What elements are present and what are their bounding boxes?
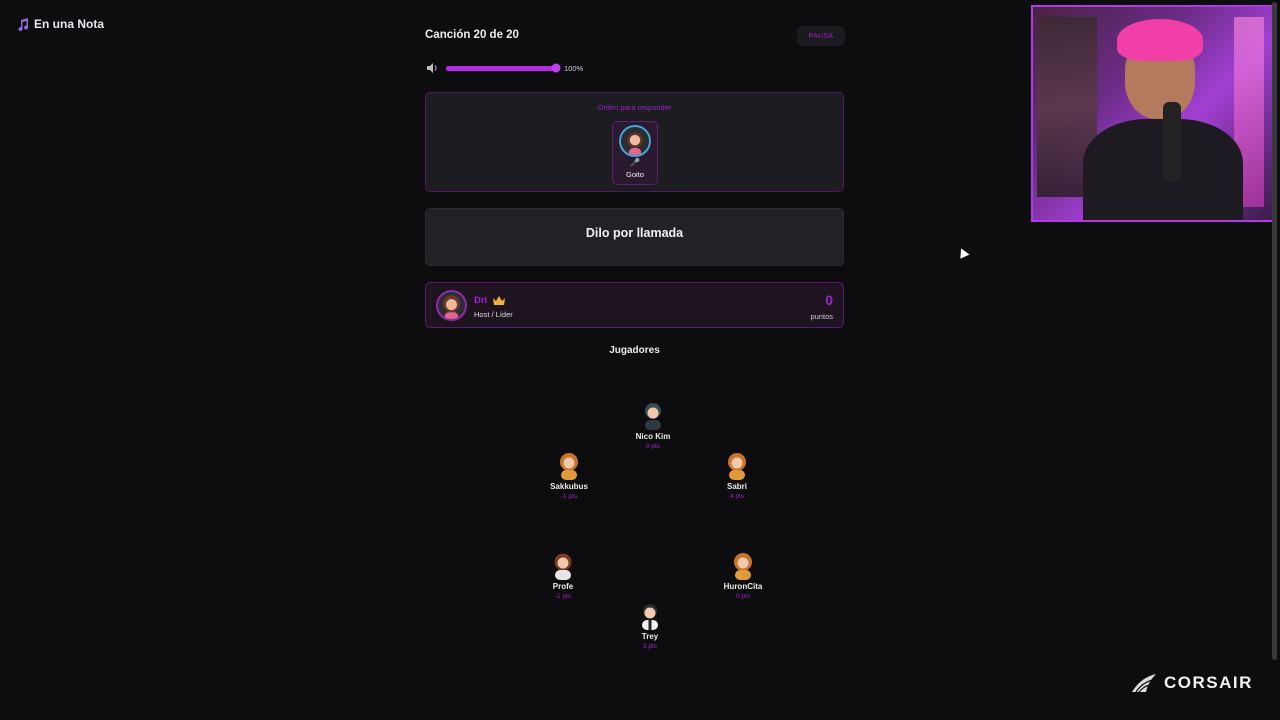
speaker-icon[interactable] <box>427 63 438 73</box>
player-sakkubus[interactable]: Sakkubus -1 pts <box>534 452 604 500</box>
answer-order-panel: Orden para responder 🎤 Goito <box>425 92 844 192</box>
players-heading: Jugadores <box>609 345 660 356</box>
avatar <box>731 552 755 580</box>
host-card: Dri Host / Líder 0 puntos <box>425 282 844 328</box>
player-score: -1 pts <box>560 493 578 500</box>
volume-knob[interactable] <box>551 63 561 73</box>
page-scrollbar[interactable] <box>1272 2 1277 660</box>
player-name: Sakkubus <box>550 482 588 491</box>
answer-prompt-panel: Dilo por llamada <box>425 208 844 266</box>
player-nico-kim[interactable]: Nico Kim 0 pts <box>618 402 688 450</box>
host-role: Host / Líder <box>474 310 513 319</box>
song-counter: Canción 20 de 20 <box>425 29 519 41</box>
player-name: HuronCita <box>723 582 763 591</box>
order-player-card[interactable]: 🎤 Goito <box>612 121 658 185</box>
corsair-sails-icon <box>1132 674 1156 693</box>
player-sabri[interactable]: Sabri 4 pts <box>702 452 772 500</box>
avatar <box>557 452 581 480</box>
volume-fill <box>446 65 556 71</box>
player-name: Nico Kim <box>635 432 671 441</box>
app-title: En una Nota <box>34 17 105 31</box>
player-score: -1 pts <box>554 593 572 600</box>
host-score: 0 <box>825 292 833 308</box>
webcam-person-hair <box>1117 19 1203 61</box>
player-score: 0 pts <box>645 443 661 450</box>
host-name: Dri <box>474 295 488 306</box>
avatar <box>641 402 665 430</box>
app-brand: En una Nota <box>17 17 104 31</box>
player-score: 2 pts <box>642 643 658 650</box>
player-score: 4 pts <box>729 493 745 500</box>
player-name: Sabri <box>726 482 747 491</box>
music-note-icon <box>18 17 29 31</box>
volume-slider[interactable] <box>446 63 561 73</box>
host-name-row: Dri <box>474 295 506 306</box>
host-score-label: puntos <box>810 312 833 321</box>
volume-percent: 100% <box>564 63 584 73</box>
answer-prompt-text: Dilo por llamada <box>585 226 684 240</box>
player-trey[interactable]: Trey 2 pts <box>615 602 685 650</box>
player-name: Trey <box>641 632 659 641</box>
avatar <box>619 125 651 157</box>
order-player-name: Goito <box>626 170 644 179</box>
webcam-microphone <box>1163 102 1181 182</box>
player-name: Profe <box>552 582 574 591</box>
volume-control: 100% <box>427 63 583 73</box>
streamer-webcam <box>1031 5 1274 222</box>
crown-icon <box>493 296 506 305</box>
avatar <box>551 552 575 580</box>
avatar <box>436 290 467 321</box>
sponsor-text: CORSAIR <box>1164 673 1253 692</box>
avatar <box>638 602 662 630</box>
sponsor-logo: CORSAIR <box>1130 672 1253 694</box>
player-huroncita[interactable]: HuronCita 0 pts <box>708 552 778 600</box>
microphone-icon: 🎤 <box>630 158 640 167</box>
answer-order-title: Orden para responder <box>597 103 672 112</box>
player-score: 0 pts <box>735 593 751 600</box>
pause-button[interactable]: PAUSA <box>797 26 845 46</box>
avatar <box>725 452 749 480</box>
player-profe[interactable]: Profe -1 pts <box>528 552 598 600</box>
mouse-cursor-icon <box>956 246 970 259</box>
